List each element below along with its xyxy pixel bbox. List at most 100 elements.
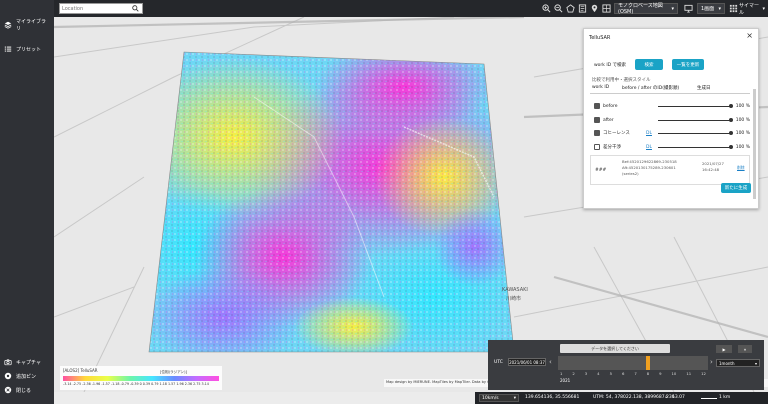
user-menu-label: サイマール <box>739 2 760 16</box>
panel-title: TelluSAR <box>589 35 611 41</box>
result-id: ### <box>595 168 607 173</box>
opacity-slider[interactable] <box>658 147 730 148</box>
apps-grid-icon[interactable] <box>729 4 738 13</box>
sidebar-item-pin[interactable]: 追加ピン <box>0 369 40 383</box>
datetime-field[interactable]: 2021/06/01 08:37 <box>508 358 546 366</box>
result-before-id: Bef:4520129622869-230518 <box>622 159 677 164</box>
sidebar-item-library[interactable]: マイライブラリ <box>0 18 54 32</box>
close-circle-icon <box>4 386 12 394</box>
tellusar-panel: TelluSAR × work ID で検索 検索 一覧を更新 比較で利用中・選… <box>583 28 759 209</box>
zoom-in-icon[interactable] <box>542 4 551 13</box>
zoom-out-icon[interactable] <box>554 4 563 13</box>
sidebar-item-label: 閉じる <box>16 387 32 394</box>
layer-checkbox[interactable] <box>594 103 600 109</box>
month-tick: 9 <box>659 371 662 376</box>
sidebar-item-label: マイライブラリ <box>16 19 47 32</box>
list-update-button[interactable]: 一覧を更新 <box>672 59 704 70</box>
opacity-value: 100 % <box>735 117 750 123</box>
work-id-label: work ID で検索 <box>594 63 627 68</box>
search-icon[interactable] <box>132 5 139 12</box>
sidebar-item-close[interactable]: 閉じる <box>0 383 35 397</box>
delete-link[interactable]: 削除 <box>737 165 745 171</box>
month-tick: 10 <box>671 371 677 376</box>
search-input[interactable] <box>62 5 132 12</box>
polygon-icon[interactable] <box>566 4 575 13</box>
layer-name: after <box>603 117 614 123</box>
layer-name: 差分干渉 <box>603 145 621 150</box>
chevron-down-icon: ▾ <box>513 395 516 401</box>
panel-scrollbar[interactable] <box>753 89 756 199</box>
month-tick: 8 <box>646 371 650 376</box>
layer-checkbox[interactable] <box>594 130 600 136</box>
pause-button[interactable]: ⏸ <box>738 345 752 353</box>
col-before-after: before / after のID(撮影順) <box>622 86 680 91</box>
slider-thumb[interactable] <box>729 118 733 122</box>
sidebar-item-label: 追加ピン <box>16 373 37 380</box>
month-tick: 12 <box>701 371 706 376</box>
monitor-icon[interactable] <box>684 4 693 13</box>
chevron-down-icon: ▾ <box>671 5 674 12</box>
view-mode-select[interactable]: 1画面 ▾ <box>697 3 725 14</box>
camera-icon <box>4 359 12 366</box>
top-toolbar: モノクロベース地図(OSM) ▾ 1画面 ▾ サイマール ▾ <box>54 0 768 17</box>
timeline-track[interactable] <box>558 356 708 370</box>
location-pin-icon[interactable] <box>590 4 599 13</box>
phase-legend: [ALOS2] TelluSAR -3.14 -2.75 -2.36 -1.96… <box>60 366 222 390</box>
result-date: 2021/07/27 <box>702 161 724 166</box>
section-title: 比較で利用中・選択スタイル <box>592 78 651 83</box>
col-created: 生成日 <box>697 86 711 91</box>
lonlat-readout: 139.654136, 35.556681 <box>525 395 580 400</box>
layer-checkbox[interactable] <box>594 117 600 123</box>
layer-row-coherence: コヒーレンス DL 100 % <box>594 128 750 138</box>
month-tick: 11 <box>686 371 692 376</box>
col-work-id: work ID <box>592 85 610 90</box>
legend-unit: [位相(ラジアン)] <box>160 370 187 374</box>
opacity-value: 100 % <box>735 130 750 136</box>
location-search <box>59 3 143 14</box>
result-series: (series2) <box>622 171 639 176</box>
basemap-select[interactable]: モノクロベース地図(OSM) ▾ <box>614 3 678 15</box>
opacity-slider[interactable] <box>658 133 730 134</box>
status-bar: 10km/s ▾ 139.654136, 35.556681 UTM: 54, … <box>475 392 768 404</box>
utc-label: UTC <box>494 360 503 365</box>
year-label: 2021 <box>560 378 571 383</box>
user-menu[interactable]: サイマール ▾ <box>739 2 765 16</box>
opacity-slider[interactable] <box>658 106 730 107</box>
search-zoom-icon: ⌕ <box>665 394 668 400</box>
layer-checkbox[interactable] <box>594 144 600 150</box>
sar-interferogram <box>149 52 514 352</box>
slider-thumb[interactable] <box>729 131 733 135</box>
download-link[interactable]: DL <box>646 131 652 136</box>
chevron-right-icon[interactable]: › <box>710 358 713 366</box>
zoom-readout: 13.07 <box>672 395 685 400</box>
generate-button[interactable]: 新たに生成 <box>721 183 751 193</box>
pin-icon <box>4 372 12 380</box>
legend-ticks: -3.14 -2.75 -2.36 -1.96 -1.57 -1.18 -0.7… <box>63 382 209 386</box>
sidebar-item-label: キャプチャ <box>16 359 41 366</box>
chevron-left-icon[interactable]: ‹ <box>549 358 552 366</box>
opacity-slider[interactable] <box>658 120 730 121</box>
month-tick: 1 <box>560 371 563 376</box>
slider-thumb[interactable] <box>729 145 733 149</box>
sidebar-item-label: プリセット <box>16 46 42 53</box>
measure-icon[interactable] <box>578 4 587 13</box>
search-button[interactable]: 検索 <box>635 59 663 70</box>
download-link[interactable]: DL <box>646 145 652 150</box>
sidebar-item-preset[interactable]: プリセット <box>0 42 45 56</box>
slider-thumb[interactable] <box>729 104 733 108</box>
legend-title: [ALOS2] TelluSAR <box>63 368 98 373</box>
scale-bar <box>701 395 717 399</box>
month-ticks: 1 2 3 4 5 6 7 8 9 10 11 12 <box>560 371 706 376</box>
close-icon[interactable]: × <box>746 31 753 40</box>
step-select[interactable]: 1month ▾ <box>716 359 760 367</box>
place-label: 川崎市 <box>506 296 522 302</box>
sidebar-item-capture[interactable]: キャプチャ <box>0 355 45 369</box>
chevron-down-icon: ▾ <box>718 5 721 12</box>
result-row[interactable]: ### Bef:4520129622869-230518 Aft:4520130… <box>590 155 750 185</box>
timeline-cursor[interactable] <box>646 356 650 370</box>
scale-mode-select[interactable]: 10km/s ▾ <box>479 394 519 402</box>
play-button[interactable]: ▶ <box>716 345 732 353</box>
legend-color-bar <box>63 376 219 381</box>
grid-icon[interactable] <box>602 4 611 13</box>
timeline-tooltip: データを選択してください <box>560 344 670 353</box>
